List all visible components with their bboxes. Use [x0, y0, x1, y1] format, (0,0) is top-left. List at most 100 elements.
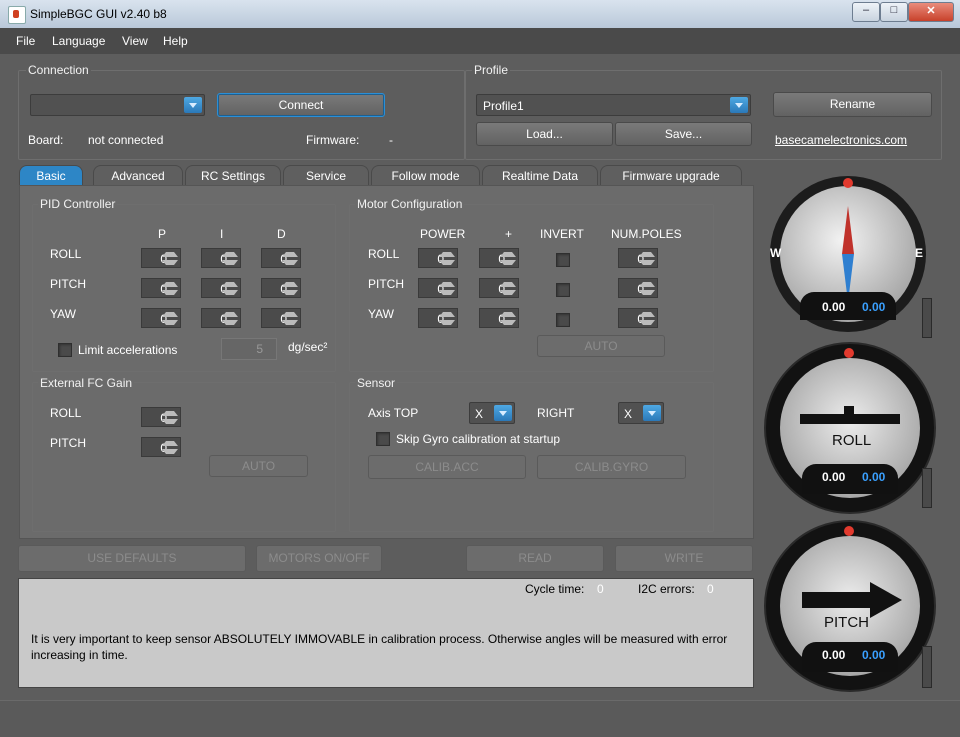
menu-bar: File Language View Help — [0, 28, 960, 54]
board-value: not connected — [88, 133, 164, 147]
motor-yaw-invert-checkbox[interactable] — [556, 313, 570, 327]
menu-help[interactable]: Help — [163, 34, 188, 48]
cycle-time-label: Cycle time: — [525, 582, 585, 596]
motor-pitch-power[interactable]: 0 — [418, 278, 458, 298]
read-button[interactable]: READ — [466, 545, 604, 572]
pid-roll-d[interactable]: 0 — [261, 248, 301, 268]
cycle-time-value: 0 — [597, 582, 604, 596]
pid-pitch-p[interactable]: 0 — [141, 278, 181, 298]
roll-label: ROLL — [832, 432, 872, 449]
extfc-roll-value[interactable]: 0 — [141, 407, 181, 427]
yaw-gauge: W E 0.00 0.00 — [770, 176, 926, 332]
chevron-down-icon — [730, 97, 748, 113]
limit-accelerations-checkbox[interactable] — [58, 343, 72, 357]
motor-yaw-power[interactable]: 0 — [418, 308, 458, 328]
pid-pitch-d[interactable]: 0 — [261, 278, 301, 298]
motors-on-off-button[interactable]: MOTORS ON/OFF — [256, 545, 382, 572]
motor-yaw-poles[interactable]: 0 — [618, 308, 658, 328]
right-select[interactable]: X — [618, 402, 664, 424]
skip-gyro-checkbox[interactable] — [376, 432, 390, 446]
connect-button[interactable]: Connect — [217, 93, 385, 117]
save-button[interactable]: Save... — [615, 122, 752, 146]
window-title: SimpleBGC GUI v2.40 b8 — [30, 7, 167, 21]
pid-row-roll-label: ROLL — [50, 247, 82, 261]
menu-view[interactable]: View — [122, 34, 148, 48]
motor-roll-invert-checkbox[interactable] — [556, 253, 570, 267]
close-button[interactable]: ✕ — [908, 2, 954, 22]
chevron-down-icon — [494, 405, 512, 421]
pid-pitch-i[interactable]: 0 — [201, 278, 241, 298]
calib-acc-button[interactable]: CALIB.ACC — [368, 455, 526, 479]
menu-file[interactable]: File — [16, 34, 35, 48]
message-area: Cycle time: 0 I2C errors: 0 It is very i… — [18, 578, 754, 688]
tab-rc-settings[interactable]: RC Settings — [185, 165, 281, 186]
yaw-value: 0.00 — [822, 300, 846, 314]
profile-label: Profile — [472, 63, 511, 77]
maximize-button[interactable]: □ — [880, 2, 908, 22]
pid-roll-p[interactable]: 0 — [141, 248, 181, 268]
motor-roll-poles[interactable]: 0 — [618, 248, 658, 268]
menu-language[interactable]: Language — [52, 34, 105, 48]
firmware-value: - — [389, 133, 393, 147]
motor-roll-plus[interactable]: 0 — [479, 248, 519, 268]
motor-pitch-poles[interactable]: 0 — [618, 278, 658, 298]
limit-accel-unit: dg/sec² — [288, 340, 328, 354]
axis-top-label: Axis TOP — [368, 406, 419, 420]
motor-config-label: Motor Configuration — [355, 197, 465, 211]
firmware-label: Firmware: — [306, 133, 360, 147]
roll-level-bar — [922, 468, 932, 508]
status-message: It is very important to keep sensor ABSO… — [31, 632, 728, 662]
tab-service[interactable]: Service — [283, 165, 369, 186]
pid-row-pitch-label: PITCH — [50, 277, 86, 291]
use-defaults-button[interactable]: USE DEFAULTS — [18, 545, 246, 572]
pid-yaw-i[interactable]: 0 — [201, 308, 241, 328]
java-app-icon — [8, 6, 26, 24]
limit-accel-value[interactable]: 5 — [221, 338, 277, 360]
pid-col-d: D — [277, 227, 286, 241]
website-link[interactable]: basecamelectronics.com — [775, 133, 907, 147]
pid-roll-i[interactable]: 0 — [201, 248, 241, 268]
yaw-level-bar — [922, 298, 932, 338]
title-bar: SimpleBGC GUI v2.40 b8 – □ ✕ — [0, 0, 960, 28]
yaw-target-marker-icon — [843, 178, 853, 188]
tab-realtime-data[interactable]: Realtime Data — [482, 165, 598, 186]
motor-col-plus: + — [505, 227, 513, 241]
motor-col-invert: INVERT — [540, 227, 584, 241]
motor-yaw-plus[interactable]: 0 — [479, 308, 519, 328]
calib-gyro-button[interactable]: CALIB.GYRO — [537, 455, 686, 479]
motor-col-power: POWER — [420, 227, 466, 241]
tab-follow-mode[interactable]: Follow mode — [371, 165, 480, 186]
load-button[interactable]: Load... — [476, 122, 613, 146]
motor-roll-power[interactable]: 0 — [418, 248, 458, 268]
pid-yaw-d[interactable]: 0 — [261, 308, 301, 328]
roll-gauge: ROLL 0.00 0.00 — [764, 342, 936, 514]
yaw-target-value: 0.00 — [862, 300, 886, 314]
motor-pitch-plus[interactable]: 0 — [479, 278, 519, 298]
tab-firmware-upgrade[interactable]: Firmware upgrade — [600, 165, 742, 186]
pitch-label: PITCH — [824, 614, 869, 631]
minimize-button[interactable]: – — [852, 2, 880, 22]
rename-button[interactable]: Rename — [773, 92, 932, 117]
sensor-label: Sensor — [355, 376, 398, 390]
pid-label: PID Controller — [38, 197, 118, 211]
profile-select[interactable]: Profile1 — [476, 94, 751, 116]
motor-auto-button[interactable]: AUTO — [537, 335, 665, 357]
pid-col-i: I — [220, 227, 224, 241]
tab-basic[interactable]: Basic — [19, 165, 83, 186]
pitch-target-value: 0.00 — [862, 648, 886, 662]
yaw-east-label: E — [915, 246, 924, 260]
tab-advanced[interactable]: Advanced — [93, 165, 183, 186]
external-fc-gain-label: External FC Gain — [38, 376, 135, 390]
skip-gyro-label: Skip Gyro calibration at startup — [396, 432, 561, 446]
roll-target-value: 0.00 — [862, 470, 886, 484]
motor-row-roll-label: ROLL — [368, 247, 400, 261]
extfc-pitch-label: PITCH — [50, 436, 86, 450]
axis-top-select[interactable]: X — [469, 402, 515, 424]
write-button[interactable]: WRITE — [615, 545, 753, 572]
extfc-auto-button[interactable]: AUTO — [209, 455, 308, 477]
extfc-pitch-value[interactable]: 0 — [141, 437, 181, 457]
motor-pitch-invert-checkbox[interactable] — [556, 283, 570, 297]
port-select[interactable] — [30, 94, 205, 116]
pid-yaw-p[interactable]: 0 — [141, 308, 181, 328]
right-label: RIGHT — [537, 406, 575, 420]
